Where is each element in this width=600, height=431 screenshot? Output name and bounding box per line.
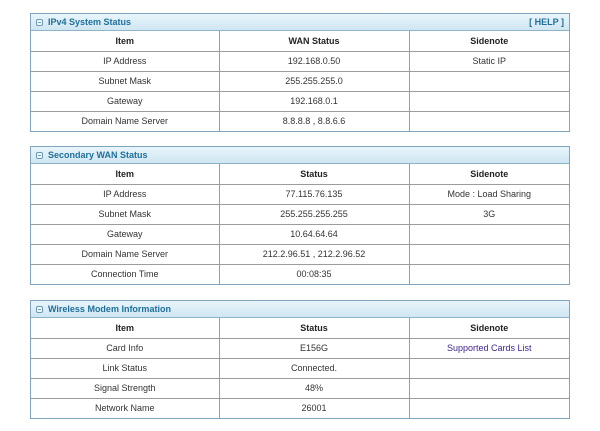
collapse-icon[interactable] bbox=[36, 305, 43, 313]
table-row: IP Address 192.168.0.50 Static IP bbox=[31, 51, 569, 72]
row-sidenote bbox=[409, 224, 569, 245]
table-row: Domain Name Server 212.2.96.51 , 212.2.9… bbox=[31, 244, 569, 265]
table-header-row: Item WAN Status Sidenote bbox=[31, 31, 569, 52]
row-sidenote bbox=[409, 264, 569, 284]
row-status: 77.115.76.135 bbox=[219, 184, 410, 205]
row-item: Domain Name Server bbox=[31, 244, 220, 265]
wireless-modem-panel: Wireless Modem Information Item Status S… bbox=[30, 300, 570, 419]
table-row: Gateway 192.168.0.1 bbox=[31, 91, 569, 112]
table-row: Network Name 26001 bbox=[31, 398, 569, 418]
row-status: 00:08:35 bbox=[219, 264, 410, 284]
column-header-status: WAN Status bbox=[219, 31, 410, 52]
secondary-panel-title: Secondary WAN Status bbox=[48, 150, 148, 160]
row-status: 255.255.255.255 bbox=[219, 204, 410, 225]
row-sidenote bbox=[409, 111, 569, 131]
secondary-panel-header: Secondary WAN Status bbox=[31, 147, 569, 164]
row-status: E156G bbox=[219, 338, 410, 359]
row-sidenote bbox=[409, 378, 569, 399]
row-item: Domain Name Server bbox=[31, 111, 220, 131]
status-page: IPv4 System Status [ HELP ] Item WAN Sta… bbox=[0, 0, 600, 431]
collapse-icon[interactable] bbox=[36, 18, 43, 26]
row-sidenote bbox=[409, 358, 569, 379]
row-sidenote bbox=[409, 91, 569, 112]
row-sidenote bbox=[409, 71, 569, 92]
table-row: Gateway 10.64.64.64 bbox=[31, 224, 569, 245]
secondary-wan-table: Item Status Sidenote IP Address 77.115.7… bbox=[31, 164, 569, 284]
row-item: Card Info bbox=[31, 338, 220, 359]
column-header-item: Item bbox=[31, 31, 220, 52]
row-item: Gateway bbox=[31, 224, 220, 245]
table-header-row: Item Status Sidenote bbox=[31, 164, 569, 185]
row-status: 255.255.255.0 bbox=[219, 71, 410, 92]
row-sidenote bbox=[409, 398, 569, 418]
ipv4-panel-header: IPv4 System Status [ HELP ] bbox=[31, 14, 569, 31]
ipv4-status-table: Item WAN Status Sidenote IP Address 192.… bbox=[31, 31, 569, 131]
column-header-status: Status bbox=[219, 318, 410, 339]
row-item: Connection Time bbox=[31, 264, 220, 284]
column-header-status: Status bbox=[219, 164, 410, 185]
table-row: Signal Strength 48% bbox=[31, 378, 569, 399]
row-item: IP Address bbox=[31, 51, 220, 72]
ipv4-panel-title: IPv4 System Status bbox=[48, 17, 132, 27]
table-header-row: Item Status Sidenote bbox=[31, 318, 569, 339]
table-row: Subnet Mask 255.255.255.0 bbox=[31, 71, 569, 92]
row-sidenote bbox=[409, 244, 569, 265]
row-sidenote: Mode : Load Sharing bbox=[409, 184, 569, 205]
collapse-icon[interactable] bbox=[36, 151, 43, 159]
row-item: Link Status bbox=[31, 358, 220, 379]
help-link[interactable]: [ HELP ] bbox=[529, 17, 564, 27]
modem-panel-title: Wireless Modem Information bbox=[48, 304, 171, 314]
row-status: 8.8.8.8 , 8.8.6.6 bbox=[219, 111, 410, 131]
supported-cards-list-link[interactable]: Supported Cards List bbox=[447, 343, 532, 353]
table-row: Domain Name Server 8.8.8.8 , 8.8.6.6 bbox=[31, 111, 569, 131]
column-header-item: Item bbox=[31, 164, 220, 185]
table-row: Card Info E156G Supported Cards List bbox=[31, 338, 569, 359]
row-item: Subnet Mask bbox=[31, 204, 220, 225]
row-status: 192.168.0.50 bbox=[219, 51, 410, 72]
row-sidenote: Static IP bbox=[409, 51, 569, 72]
row-status: 10.64.64.64 bbox=[219, 224, 410, 245]
row-status: 26001 bbox=[219, 398, 410, 418]
row-status: 48% bbox=[219, 378, 410, 399]
ipv4-status-panel: IPv4 System Status [ HELP ] Item WAN Sta… bbox=[30, 13, 570, 132]
table-row: Connection Time 00:08:35 bbox=[31, 264, 569, 284]
wireless-modem-table: Item Status Sidenote Card Info E156G Sup… bbox=[31, 318, 569, 418]
table-row: Link Status Connected. bbox=[31, 358, 569, 379]
column-header-sidenote: Sidenote bbox=[409, 318, 569, 339]
row-status: 212.2.96.51 , 212.2.96.52 bbox=[219, 244, 410, 265]
table-row: IP Address 77.115.76.135 Mode : Load Sha… bbox=[31, 184, 569, 205]
row-item: Signal Strength bbox=[31, 378, 220, 399]
column-header-item: Item bbox=[31, 318, 220, 339]
column-header-sidenote: Sidenote bbox=[409, 164, 569, 185]
column-header-sidenote: Sidenote bbox=[409, 31, 569, 52]
row-item: Network Name bbox=[31, 398, 220, 418]
row-status: 192.168.0.1 bbox=[219, 91, 410, 112]
modem-panel-header: Wireless Modem Information bbox=[31, 301, 569, 318]
table-row: Subnet Mask 255.255.255.255 3G bbox=[31, 204, 569, 225]
supported-cards-link-cell: Supported Cards List bbox=[409, 338, 569, 359]
row-status: Connected. bbox=[219, 358, 410, 379]
row-item: IP Address bbox=[31, 184, 220, 205]
row-sidenote: 3G bbox=[409, 204, 569, 225]
row-item: Subnet Mask bbox=[31, 71, 220, 92]
secondary-wan-panel: Secondary WAN Status Item Status Sidenot… bbox=[30, 146, 570, 285]
row-item: Gateway bbox=[31, 91, 220, 112]
